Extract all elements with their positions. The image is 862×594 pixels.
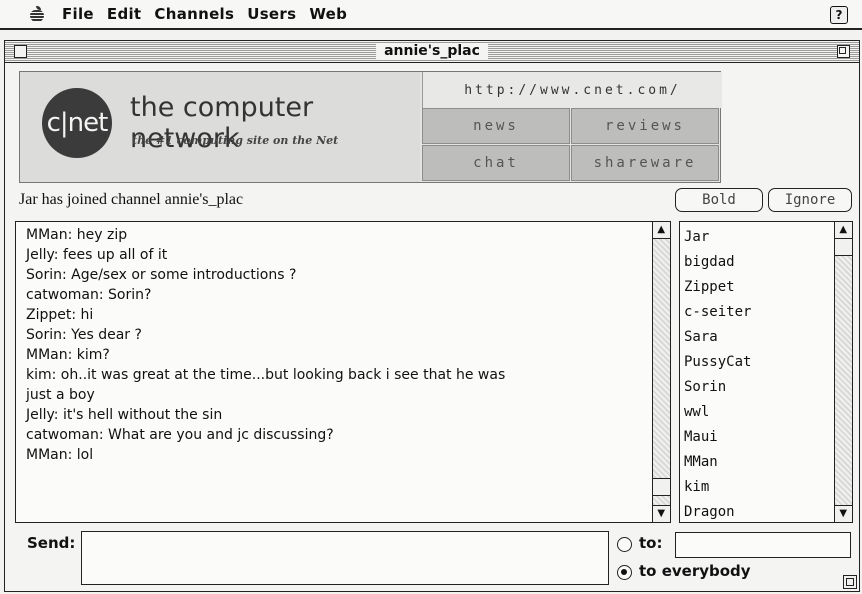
user-list-scrollbar[interactable]: ▲ ▼ [834, 222, 852, 522]
banner-nav-news[interactable]: news [422, 108, 570, 144]
cnet-banner: c|net the computer network the #1 comput… [19, 71, 722, 183]
to-everybody-label: to everybody [639, 562, 751, 580]
user-list-item[interactable]: MMan [684, 450, 830, 475]
menu-users[interactable]: Users [247, 5, 296, 23]
to-user-label: to: [639, 534, 663, 552]
chat-line: catwoman: Sorin? [26, 287, 152, 303]
chat-line: kim: oh..it was great at the time...but … [26, 367, 506, 383]
user-list-item[interactable]: Zippet [684, 275, 830, 300]
apple-menu-icon[interactable] [30, 6, 44, 22]
user-list-item[interactable]: kim [684, 475, 830, 500]
user-list-item[interactable]: PussyCat [684, 350, 830, 375]
chat-scroll-thumb[interactable] [653, 478, 670, 496]
chat-line: catwoman: What are you and jc discussing… [26, 427, 334, 443]
chat-line: MMan: kim? [26, 347, 110, 363]
banner-nav-reviews[interactable]: reviews [571, 108, 719, 144]
scroll-down-arrow-icon[interactable]: ▼ [835, 505, 852, 522]
title-bar[interactable]: annie's_plac [5, 41, 859, 63]
chat-transcript[interactable]: MMan: hey zip Jelly: fees up all of it S… [15, 221, 671, 523]
send-label: Send: [27, 534, 76, 552]
banner-nav-shareware[interactable]: shareware [571, 145, 719, 181]
menu-file[interactable]: File [62, 5, 94, 23]
user-list-item[interactable]: Sorin [684, 375, 830, 400]
user-list[interactable]: Jar bigdad Zippet c-seiter Sara PussyCat… [679, 221, 853, 523]
window-title: annie's_plac [376, 43, 488, 60]
chat-window: annie's_plac c|net the computer network … [4, 40, 860, 592]
status-message: Jar has joined channel annie's_plac [19, 191, 244, 208]
zoom-box-icon[interactable] [837, 45, 850, 58]
user-list-item[interactable]: Maui [684, 425, 830, 450]
user-list-scroll-thumb[interactable] [835, 238, 852, 256]
menu-bar: File Edit Channels Users Web ? [0, 0, 862, 30]
ignore-button[interactable]: Ignore [768, 188, 852, 212]
banner-brand-area[interactable]: c|net the computer network the #1 comput… [20, 72, 420, 182]
send-message-input[interactable] [81, 531, 609, 585]
chat-line: just a boy [26, 387, 95, 403]
to-user-input[interactable] [675, 532, 851, 558]
user-list-item[interactable]: wwl [684, 400, 830, 425]
close-box-icon[interactable] [14, 45, 27, 58]
chat-line: MMan: lol [26, 447, 94, 463]
user-list-item[interactable]: bigdad [684, 250, 830, 275]
brand-tagline: the #1 computing site on the Net [132, 134, 339, 147]
scroll-down-arrow-icon[interactable]: ▼ [653, 505, 670, 522]
chat-lines: MMan: hey zip Jelly: fees up all of it S… [26, 225, 646, 465]
user-list-item[interactable]: Dragon [684, 500, 830, 522]
cnet-logo: c|net [42, 88, 112, 158]
banner-url-link[interactable]: http://www.cnet.com/ [422, 72, 722, 108]
chat-line: Sorin: Age/sex or some introductions ? [26, 267, 297, 283]
user-list-item[interactable]: Sara [684, 325, 830, 350]
menu-edit[interactable]: Edit [107, 5, 142, 23]
help-icon[interactable]: ? [830, 6, 848, 24]
menu-channels[interactable]: Channels [154, 5, 234, 23]
scroll-up-arrow-icon[interactable]: ▲ [653, 222, 670, 239]
chat-line: Zippet: hi [26, 307, 94, 323]
user-list-item[interactable]: Jar [684, 225, 830, 250]
to-everybody-radio[interactable] [617, 565, 632, 580]
banner-nav-chat[interactable]: chat [422, 145, 570, 181]
to-user-radio[interactable] [617, 537, 632, 552]
chat-line: Sorin: Yes dear ? [26, 327, 142, 343]
chat-line: Jelly: fees up all of it [26, 247, 168, 263]
chat-line: MMan: hey zip [26, 227, 128, 243]
user-list-item[interactable]: c-seiter [684, 300, 830, 325]
user-list-items: Jar bigdad Zippet c-seiter Sara PussyCat… [684, 225, 830, 522]
scroll-up-arrow-icon[interactable]: ▲ [835, 222, 852, 239]
resize-grow-box-icon[interactable] [843, 575, 857, 589]
bold-button[interactable]: Bold [675, 188, 763, 212]
menu-web[interactable]: Web [309, 5, 347, 23]
chat-scrollbar[interactable]: ▲ ▼ [652, 222, 670, 522]
chat-line: Jelly: it's hell without the sin [26, 407, 223, 423]
